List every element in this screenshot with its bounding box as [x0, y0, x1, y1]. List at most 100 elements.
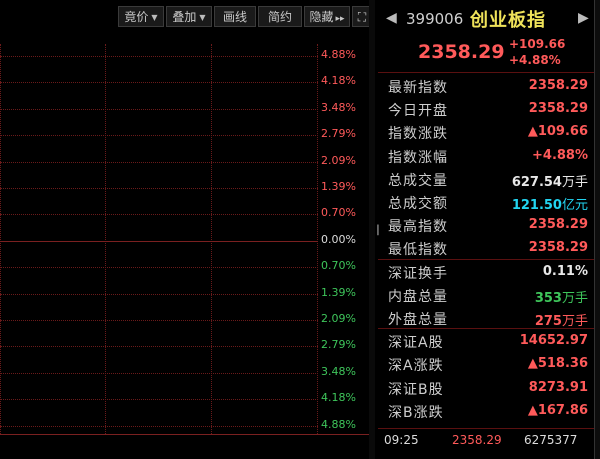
grid-hline	[0, 188, 318, 189]
stat-value: ▲518.36	[528, 356, 588, 371]
stat-value: 8273.91	[529, 380, 588, 395]
percent-tick-label: 0.70%	[321, 259, 356, 273]
grid-vline	[211, 44, 212, 434]
stat-row: 最低指数 2358.29	[378, 236, 600, 259]
grid-hline	[0, 425, 318, 427]
hide-button-label: 隐藏	[309, 10, 334, 24]
chart-bottom-border	[0, 434, 374, 435]
stat-value: 14652.97	[520, 333, 588, 348]
stat-row: 指数涨跌 ▲109.66	[378, 120, 600, 143]
grid-hline	[0, 346, 318, 348]
bid-button-label: 竟价	[124, 10, 149, 24]
percent-tick-label: 4.88%	[321, 417, 356, 431]
stat-number: ▲167.86	[527, 402, 588, 418]
percent-tick-label: 2.09%	[321, 153, 356, 167]
percent-tick-label: 2.09%	[321, 312, 356, 325]
stat-row: 深A涨跌 ▲518.36	[378, 352, 600, 375]
hide-button[interactable]: 隐藏 ▸▸	[304, 6, 350, 27]
security-name: 创业板指	[470, 10, 546, 31]
next-security-icon[interactable]: ▶	[578, 10, 589, 26]
stat-row: 指数涨幅 +4.88%	[378, 144, 600, 167]
last-price: 2358.29	[418, 41, 505, 63]
overlay-button[interactable]: 叠加 ▼	[166, 6, 212, 27]
stat-value: ▲167.86	[528, 403, 588, 418]
caret-down-icon: ▼	[199, 13, 206, 22]
stat-label: 最低指数	[388, 242, 448, 259]
tick-row: 09:25 2358.29 6275377	[378, 428, 600, 451]
grid-vline	[317, 44, 318, 434]
stat-label: 内盘总量	[388, 288, 448, 305]
stat-row: 深证换手 0.11%	[378, 260, 600, 283]
stat-row: 外盘总量 275万手	[378, 306, 600, 329]
stat-value: 2358.29	[529, 78, 588, 93]
percent-tick-label: 1.39%	[321, 285, 356, 299]
stat-number: 121.50	[511, 198, 562, 213]
stat-value: 2358.29	[529, 217, 588, 232]
fullscreen-icon: ⛶	[357, 10, 367, 24]
stat-row: 总成交量 627.54万手	[378, 167, 600, 190]
percent-tick-label: 3.48%	[321, 364, 356, 378]
intraday-chart[interactable]: 竟价 ▼ 叠加 ▼ 画线 简约 隐藏 ▸▸ ⛶ 4.88% 4.18% 3.48% 2.79…	[0, 0, 374, 459]
stat-number: 275	[534, 314, 562, 329]
stat-label: 深证B股	[388, 381, 444, 398]
percent-tick-label: 4.18%	[321, 74, 356, 88]
stat-number: ▲518.36	[527, 356, 588, 372]
stat-row: 深证B股 8273.91	[378, 376, 600, 399]
stat-label: 最新指数	[388, 80, 448, 96]
percent-tick-label: 2.79%	[321, 338, 356, 352]
stat-row: 总成交额 121.50亿元	[378, 190, 600, 213]
percent-tick-label: 0.70%	[321, 206, 356, 220]
security-code: 399006	[406, 10, 464, 28]
grid-hline	[0, 320, 318, 321]
stat-number: 2358.29	[528, 78, 588, 93]
grid-hline	[0, 240, 318, 242]
stat-unit: 万手	[561, 174, 588, 190]
grid-hline	[0, 267, 318, 269]
grid-vline	[0, 44, 1, 434]
stat-number: ▲109.66	[527, 124, 588, 140]
percent-tick-label: 3.48%	[321, 100, 356, 114]
stat-unit: 亿元	[561, 198, 588, 213]
price-change-pct: +4.88%	[509, 53, 561, 67]
stat-label: 深B涨跌	[388, 404, 444, 421]
stat-number: 2358.29	[528, 217, 588, 233]
stat-label: 深证A股	[388, 335, 444, 352]
stat-value: 275万手	[535, 310, 588, 329]
stat-number: +4.88%	[532, 147, 588, 163]
stat-value: 353万手	[535, 287, 588, 306]
stat-unit: 万手	[561, 290, 588, 306]
stat-label: 深证换手	[388, 265, 448, 282]
stat-number: 0.11%	[542, 263, 588, 279]
stat-row: 内盘总量 353万手	[378, 283, 600, 306]
double-arrow-right-icon: ▸▸	[335, 14, 345, 24]
window-edge	[594, 0, 600, 459]
chart-grid	[0, 44, 318, 434]
percent-tick-label: 1.39%	[321, 180, 356, 193]
stat-value: 2358.29	[529, 101, 588, 116]
overlay-button-label: 叠加	[172, 10, 197, 24]
stat-value: 0.11%	[543, 264, 588, 279]
percent-tick-label: 4.18%	[321, 391, 356, 405]
tick-volume: 6275377	[524, 433, 578, 447]
draw-line-button[interactable]: 画线	[214, 6, 256, 27]
stat-number: 353	[534, 290, 562, 306]
grid-hline	[0, 293, 318, 295]
grid-hline	[0, 56, 318, 57]
simple-mode-button-label: 简约	[267, 10, 292, 24]
prev-security-icon[interactable]: ◀	[386, 10, 397, 26]
stat-value: 627.54万手	[512, 171, 588, 190]
grid-hline	[0, 161, 318, 163]
grid-hline	[0, 399, 318, 401]
bid-button[interactable]: 竟价 ▼	[118, 6, 164, 27]
caret-down-icon: ▼	[151, 13, 158, 22]
grid-hline	[0, 108, 318, 110]
stat-label: 指数涨跌	[388, 126, 448, 143]
stat-row: 最高指数 2358.29	[378, 213, 600, 236]
tick-time: 09:25	[384, 433, 419, 447]
stat-value: +4.88%	[532, 148, 588, 163]
grid-hline	[0, 82, 318, 84]
grid-hline	[0, 135, 318, 137]
simple-mode-button[interactable]: 简约	[258, 6, 302, 27]
grid-vline	[105, 44, 106, 434]
stat-row: 最新指数 2358.29	[378, 74, 600, 97]
